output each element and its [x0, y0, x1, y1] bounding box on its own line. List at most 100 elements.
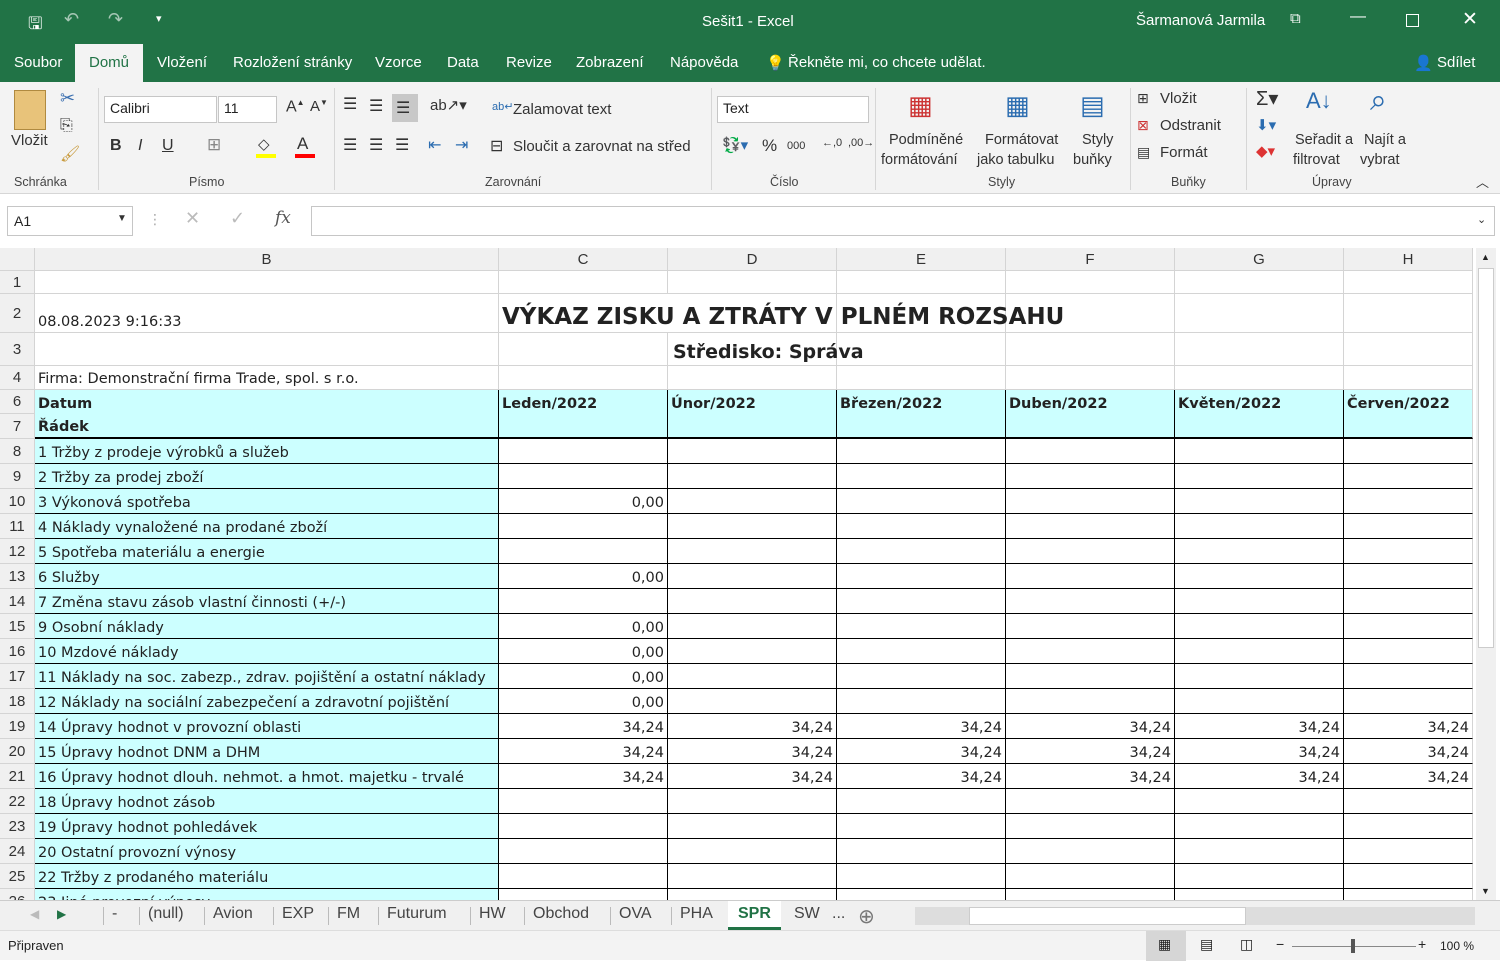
- minimize-button[interactable]: —: [1350, 8, 1366, 26]
- value-cell[interactable]: 34,24: [499, 739, 668, 764]
- cell[interactable]: [837, 839, 1006, 864]
- ribbon-display-icon[interactable]: ⧉: [1290, 10, 1301, 27]
- cell[interactable]: [1006, 789, 1175, 814]
- cell[interactable]: [1175, 689, 1344, 714]
- column-header[interactable]: F: [1006, 248, 1175, 271]
- month-header[interactable]: Květen/2022: [1175, 390, 1344, 414]
- fill-bucket-icon[interactable]: ◇: [258, 135, 270, 153]
- cell[interactable]: [1175, 539, 1344, 564]
- cell[interactable]: [1344, 539, 1473, 564]
- cell[interactable]: [1006, 564, 1175, 589]
- cell[interactable]: [1175, 366, 1344, 390]
- cell[interactable]: [1006, 514, 1175, 539]
- row-label[interactable]: 23 Jiné provozní výnosy: [35, 889, 499, 900]
- tab-insert[interactable]: Vložení: [157, 54, 207, 71]
- expand-formula-icon[interactable]: ⌄: [1477, 213, 1486, 226]
- font-size-select[interactable]: 11: [218, 96, 277, 123]
- underline-button[interactable]: U: [162, 137, 174, 155]
- value-cell[interactable]: 34,24: [1006, 764, 1175, 789]
- cell[interactable]: [1344, 439, 1473, 464]
- sheet-tab[interactable]: Avion: [213, 905, 253, 923]
- cell[interactable]: [499, 839, 668, 864]
- format-table-label-1[interactable]: Formátovat: [985, 132, 1058, 148]
- cell[interactable]: [668, 366, 837, 390]
- report-subtitle[interactable]: Středisko: Správa: [668, 333, 864, 366]
- value-cell[interactable]: 34,24: [668, 714, 837, 739]
- value-cell[interactable]: 0,00: [499, 664, 668, 689]
- month-header[interactable]: Leden/2022: [499, 390, 668, 414]
- row-label[interactable]: 15 Úpravy hodnot DNM a DHM: [35, 739, 499, 764]
- increase-font-icon[interactable]: A▲: [286, 98, 305, 116]
- row-header[interactable]: 16: [0, 639, 35, 664]
- sheet-tab[interactable]: Obchod: [533, 905, 589, 923]
- row-header[interactable]: 14: [0, 589, 35, 614]
- row-header[interactable]: 22: [0, 789, 35, 814]
- column-header[interactable]: H: [1344, 248, 1473, 271]
- cell[interactable]: [668, 614, 837, 639]
- sheet-tab[interactable]: FM: [337, 905, 360, 923]
- value-cell[interactable]: 34,24: [1175, 739, 1344, 764]
- cell[interactable]: [1006, 333, 1175, 366]
- cell[interactable]: [837, 564, 1006, 589]
- row-header[interactable]: 2: [0, 294, 35, 333]
- cell[interactable]: [837, 639, 1006, 664]
- share-icon[interactable]: 👤: [1414, 54, 1433, 72]
- cell[interactable]: [1006, 366, 1175, 390]
- scroll-up-icon[interactable]: ▲: [1481, 252, 1490, 262]
- decrease-decimal-icon[interactable]: ,00→: [848, 137, 874, 149]
- customize-qat-icon[interactable]: ▾: [156, 12, 162, 25]
- cell[interactable]: [1175, 839, 1344, 864]
- cell[interactable]: [1006, 614, 1175, 639]
- cell[interactable]: [1006, 839, 1175, 864]
- row-header[interactable]: 24: [0, 839, 35, 864]
- font-color-icon[interactable]: A: [297, 134, 308, 154]
- cell[interactable]: [668, 414, 837, 439]
- month-header[interactable]: Duben/2022: [1006, 390, 1175, 414]
- next-sheet-icon[interactable]: ▶: [57, 907, 66, 921]
- page-layout-view-button[interactable]: ▤: [1200, 936, 1213, 953]
- cut-icon[interactable]: ✂: [60, 88, 75, 109]
- report-title[interactable]: VÝKAZ ZISKU A ZTRÁTY V PLNÉM ROZSAHU: [499, 294, 1064, 333]
- cell[interactable]: [1344, 889, 1473, 900]
- value-cell[interactable]: 34,24: [1344, 739, 1473, 764]
- fill-icon[interactable]: ⬇▾: [1256, 116, 1276, 134]
- cell[interactable]: [1344, 464, 1473, 489]
- worksheet-grid[interactable]: B C D E F G H 1 2 08.08.2023 9:16:33 VÝKAZ ZISKU A…: [0, 248, 1474, 900]
- cell[interactable]: [668, 489, 837, 514]
- cell[interactable]: [1006, 489, 1175, 514]
- row-header[interactable]: 8: [0, 439, 35, 464]
- italic-button[interactable]: I: [138, 137, 142, 155]
- value-cell[interactable]: 0,00: [499, 639, 668, 664]
- tab-file[interactable]: Soubor: [14, 54, 62, 71]
- row-header[interactable]: 12: [0, 539, 35, 564]
- cell[interactable]: [1175, 864, 1344, 889]
- align-center-icon[interactable]: ☰: [369, 135, 383, 155]
- value-cell[interactable]: 34,24: [1175, 714, 1344, 739]
- bold-button[interactable]: B: [110, 137, 122, 155]
- cell[interactable]: [668, 439, 837, 464]
- row-label[interactable]: 11 Náklady na soc. zabezp., zdrav. pojiš…: [35, 664, 499, 689]
- cell[interactable]: [668, 589, 837, 614]
- cell[interactable]: [1175, 814, 1344, 839]
- row-label[interactable]: 19 Úpravy hodnot pohledávek: [35, 814, 499, 839]
- paste-button[interactable]: Vložit: [11, 132, 48, 149]
- tell-me-search[interactable]: Řekněte mi, co chcete udělat.: [788, 54, 986, 71]
- cell[interactable]: [1006, 639, 1175, 664]
- row-header[interactable]: 23: [0, 814, 35, 839]
- cell[interactable]: [1344, 639, 1473, 664]
- sheet-tab[interactable]: -: [112, 905, 117, 923]
- cell[interactable]: [1344, 414, 1473, 439]
- tab-home[interactable]: Domů: [75, 44, 144, 82]
- cell[interactable]: [1344, 789, 1473, 814]
- cell[interactable]: [668, 864, 837, 889]
- header-date[interactable]: Datum: [35, 390, 499, 414]
- collapse-ribbon-icon[interactable]: ︿: [1476, 172, 1489, 191]
- currency-icon[interactable]: 💱▾: [722, 136, 748, 154]
- thousands-button[interactable]: 000: [787, 140, 805, 152]
- user-name[interactable]: Šarmanová Jarmila: [1136, 12, 1265, 29]
- cell[interactable]: [837, 814, 1006, 839]
- row-header[interactable]: 6: [0, 390, 35, 414]
- cell[interactable]: [1175, 889, 1344, 900]
- cell[interactable]: [668, 564, 837, 589]
- align-middle-icon[interactable]: ☰: [369, 96, 383, 116]
